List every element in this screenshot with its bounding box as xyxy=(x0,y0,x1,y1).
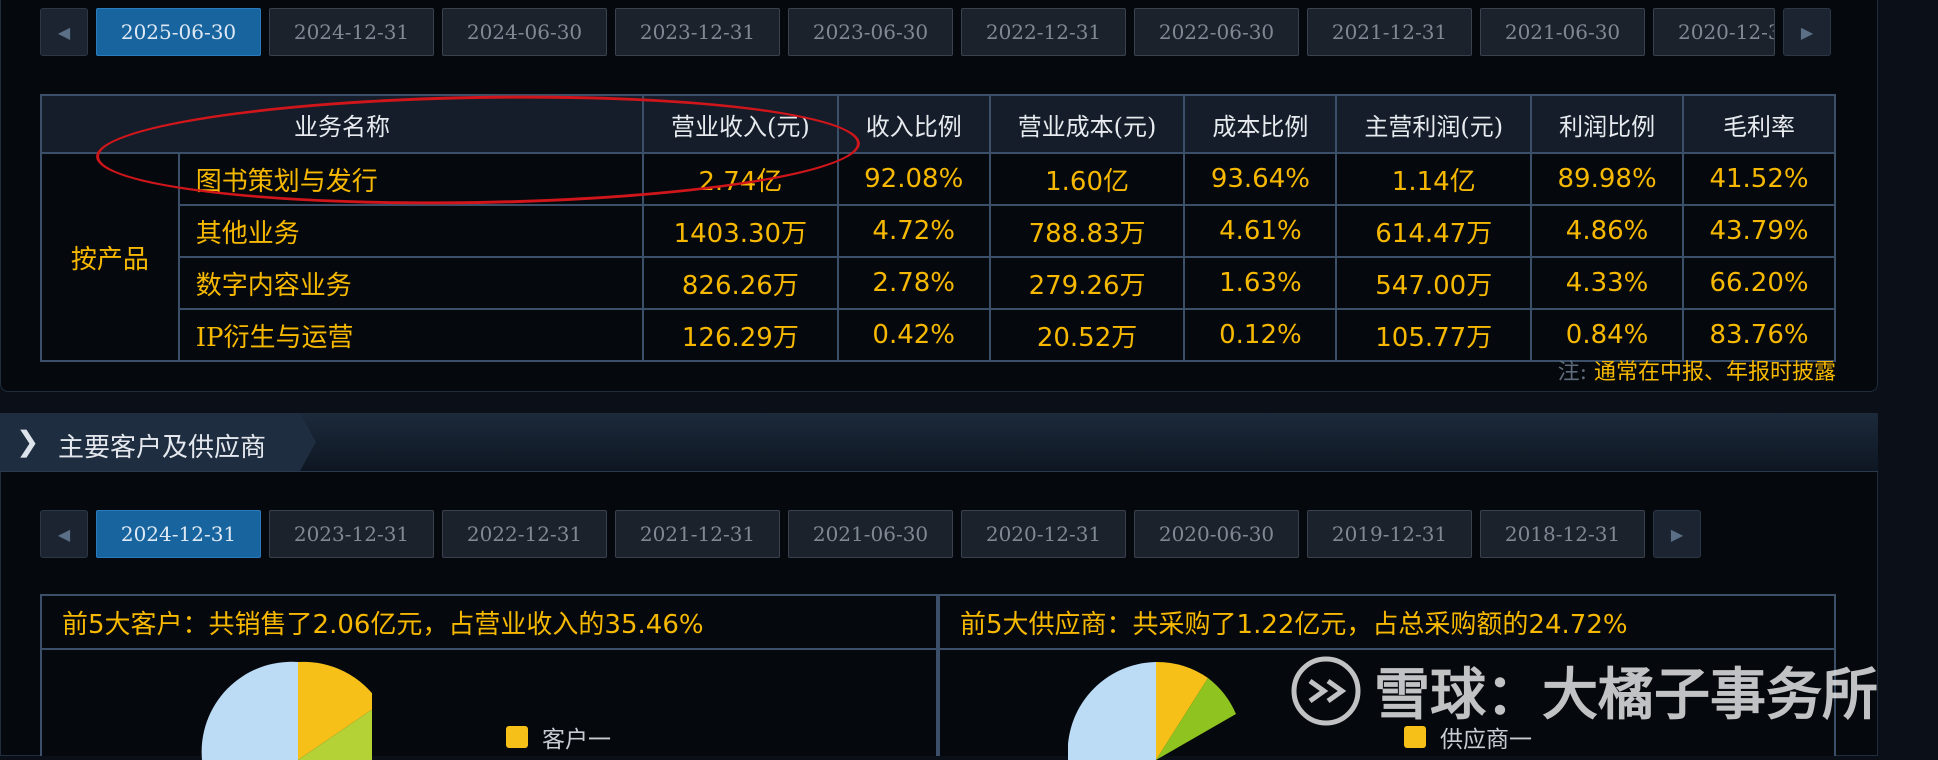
cell-revenue-ratio: 92.08% xyxy=(836,152,991,206)
row-name: 其他业务 xyxy=(177,204,644,258)
cell-cost: 788.83万 xyxy=(988,204,1186,258)
group-label: 按产品 xyxy=(40,152,180,362)
cell-profit-ratio: 4.33% xyxy=(1530,256,1685,310)
header-revenue-ratio: 收入比例 xyxy=(836,94,991,154)
cell-revenue: 1403.30万 xyxy=(641,204,839,258)
row-name: 图书策划与发行 xyxy=(177,152,644,206)
date-tab[interactable]: 2021-06-30 xyxy=(788,510,953,558)
customers-heading: 前5大客户：共销售了2.06亿元，占营业收入的35.46% xyxy=(42,596,936,650)
suppliers-heading: 前5大供应商：共采购了1.22亿元，占总采购额的24.72% xyxy=(940,596,1834,650)
table-row: 数字内容业务 826.26万 2.78% 279.26万 1.63% 547.0… xyxy=(41,256,1836,310)
table-header-row: 业务名称 营业收入(元) 收入比例 营业成本(元) 成本比例 主营利润(元) 利… xyxy=(40,94,1836,154)
cell-revenue-ratio: 2.78% xyxy=(836,256,991,310)
cell-revenue: 126.29万 xyxy=(641,308,839,362)
date-tab[interactable]: 2021-06-30 xyxy=(1480,8,1645,56)
pie-slice xyxy=(201,661,298,760)
cell-cost-ratio: 93.64% xyxy=(1183,152,1338,206)
date-tab[interactable]: 2019-12-31 xyxy=(1307,510,1472,558)
cell-revenue-ratio: 4.72% xyxy=(836,204,991,258)
xueqiu-logo-icon xyxy=(1291,656,1361,725)
caret-left-icon[interactable]: ◀ xyxy=(40,8,88,56)
cell-margin: 66.20% xyxy=(1682,256,1836,310)
note-label: 注: xyxy=(1557,360,1587,385)
customers-legend-item: 客户一 xyxy=(506,720,611,754)
header-profit: 主营利润(元) xyxy=(1335,94,1533,154)
cell-profit: 614.47万 xyxy=(1335,204,1533,258)
date-tab[interactable]: 2021-12-31 xyxy=(615,510,780,558)
date-tab[interactable]: 2020-12-31 xyxy=(1653,8,1775,56)
date-tab[interactable]: 2024-12-31 xyxy=(96,510,261,558)
header-gross-margin: 毛利率 xyxy=(1682,94,1836,154)
cell-margin: 41.52% xyxy=(1682,152,1836,206)
bottom-date-bar: ◀ 2024-12-31 2023-12-31 2022-12-31 2021-… xyxy=(40,510,1701,558)
date-tab[interactable]: 2022-12-31 xyxy=(961,8,1126,56)
date-tab[interactable]: 2020-06-30 xyxy=(1134,510,1299,558)
top-date-bar: ◀ 2025-06-30 2024-12-31 2024-06-30 2023-… xyxy=(40,8,1831,56)
customers-box: 前5大客户：共销售了2.06亿元，占营业收入的35.46% 客户一 xyxy=(40,594,938,760)
header-profit-ratio: 利润比例 xyxy=(1530,94,1685,154)
date-tab[interactable]: 2023-12-31 xyxy=(269,510,434,558)
header-cost: 营业成本(元) xyxy=(988,94,1186,154)
xueqiu-watermark: 雪球：大橘子事务所 xyxy=(1290,650,1878,731)
table-row: 按产品 图书策划与发行 2.74亿 92.08% 1.60亿 93.64% 1.… xyxy=(40,152,1836,362)
cell-profit-ratio: 89.98% xyxy=(1530,152,1685,206)
pie-slice xyxy=(1068,662,1156,760)
business-table: 业务名称 营业收入(元) 收入比例 营业成本(元) 成本比例 主营利润(元) 利… xyxy=(40,94,1836,362)
row-name: IP衍生与运营 xyxy=(177,308,644,362)
cell-cost-ratio: 0.12% xyxy=(1183,308,1338,362)
date-tab[interactable]: 2020-12-31 xyxy=(961,510,1126,558)
cell-cost: 20.52万 xyxy=(988,308,1186,362)
date-tab[interactable]: 2023-06-30 xyxy=(788,8,953,56)
cell-revenue: 2.74亿 xyxy=(641,152,839,206)
table-row: 其他业务 1403.30万 4.72% 788.83万 4.61% 614.47… xyxy=(41,204,1836,258)
cell-margin: 43.79% xyxy=(1682,204,1836,258)
cell-cost-ratio: 1.63% xyxy=(1183,256,1338,310)
date-tab[interactable]: 2025-06-30 xyxy=(96,8,261,56)
header-business-name: 业务名称 xyxy=(40,94,644,154)
cell-cost: 279.26万 xyxy=(988,256,1186,310)
date-tab[interactable]: 2021-12-31 xyxy=(1307,8,1472,56)
caret-left-icon[interactable]: ◀ xyxy=(40,510,88,558)
header-cost-ratio: 成本比例 xyxy=(1183,94,1338,154)
caret-right-icon[interactable]: ▶ xyxy=(1783,8,1831,56)
legend-label: 客户一 xyxy=(542,727,611,753)
cell-cost-ratio: 4.61% xyxy=(1183,204,1338,258)
cell-cost: 1.60亿 xyxy=(988,152,1186,206)
cell-profit: 1.14亿 xyxy=(1335,152,1533,206)
date-tab[interactable]: 2022-12-31 xyxy=(442,510,607,558)
cell-revenue: 826.26万 xyxy=(641,256,839,310)
section-header: ❯ 主要客户及供应商 xyxy=(0,413,1878,472)
cell-profit-ratio: 4.86% xyxy=(1530,204,1685,258)
chevron-right-icon: ❯ xyxy=(16,425,40,458)
customers-pie-chart xyxy=(201,661,372,760)
row-name: 数字内容业务 xyxy=(177,256,644,310)
date-tab[interactable]: 2018-12-31 xyxy=(1480,510,1645,558)
date-tab[interactable]: 2024-12-31 xyxy=(269,8,434,56)
caret-right-icon[interactable]: ▶ xyxy=(1653,510,1701,558)
suppliers-pie-chart xyxy=(1068,661,1236,760)
watermark-text: 雪球：大橘子事务所 xyxy=(1374,663,1878,728)
disclosure-note: 注: 通常在中报、年报时披露 xyxy=(1558,354,1836,386)
legend-swatch xyxy=(506,726,528,748)
cell-profit: 547.00万 xyxy=(1335,256,1533,310)
note-text: 通常在中报、年报时披露 xyxy=(1593,360,1836,385)
cell-revenue-ratio: 0.42% xyxy=(836,308,991,362)
cell-profit: 105.77万 xyxy=(1335,308,1533,362)
section-title: 主要客户及供应商 xyxy=(58,433,267,463)
date-tab[interactable]: 2024-06-30 xyxy=(442,8,607,56)
date-tab[interactable]: 2023-12-31 xyxy=(615,8,780,56)
header-revenue: 营业收入(元) xyxy=(641,94,839,154)
date-tab[interactable]: 2022-06-30 xyxy=(1134,8,1299,56)
